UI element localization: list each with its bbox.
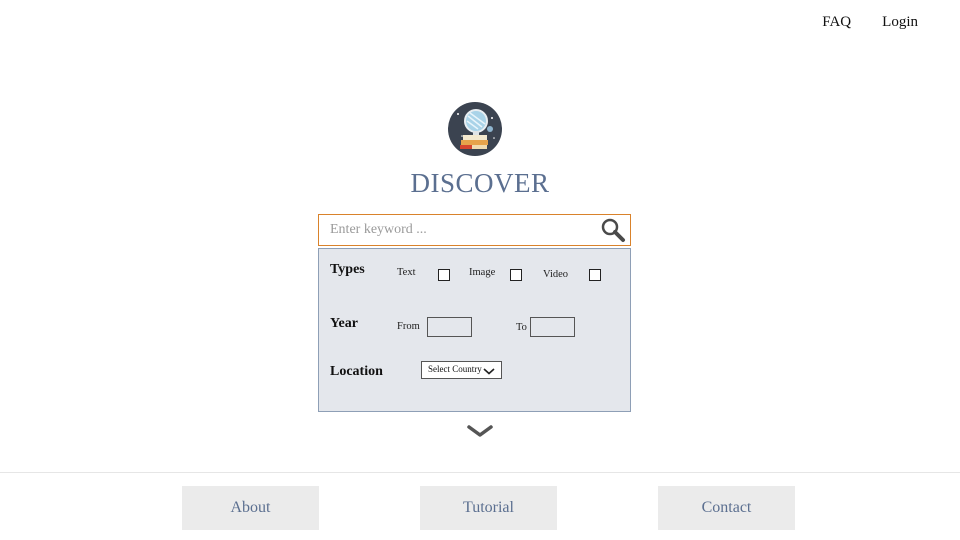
top-nav: FAQ Login bbox=[822, 14, 918, 31]
year-to-input[interactable] bbox=[530, 317, 575, 337]
type-video-checkbox[interactable] bbox=[589, 269, 601, 281]
year-from-input[interactable] bbox=[427, 317, 472, 337]
chevron-down-icon bbox=[467, 425, 493, 437]
page-title: DISCOVER bbox=[410, 168, 550, 198]
magnifier-icon[interactable] bbox=[596, 215, 630, 245]
year-label: Year bbox=[330, 316, 358, 331]
type-text-checkbox[interactable] bbox=[438, 269, 450, 281]
country-select[interactable]: Select Country bbox=[421, 361, 502, 379]
search-bar bbox=[318, 214, 631, 246]
type-video-label: Video bbox=[543, 269, 569, 280]
type-image-label: Image bbox=[469, 267, 496, 278]
type-image-checkbox[interactable] bbox=[510, 269, 522, 281]
login-link[interactable]: Login bbox=[882, 14, 918, 31]
globe-on-books-icon bbox=[448, 102, 502, 156]
expand-filters-button[interactable] bbox=[466, 424, 494, 443]
faq-link[interactable]: FAQ bbox=[822, 14, 851, 31]
country-select-value: Select Country bbox=[428, 364, 482, 374]
year-from-label: From bbox=[397, 321, 420, 332]
search-input[interactable] bbox=[319, 216, 596, 244]
types-label: Types bbox=[330, 262, 365, 277]
about-button[interactable]: About bbox=[182, 486, 319, 530]
filter-panel: Types Text Image Video Year From To Loca… bbox=[318, 248, 631, 412]
year-to-label: To bbox=[516, 322, 527, 333]
chevron-down-icon bbox=[483, 368, 495, 375]
contact-button[interactable]: Contact bbox=[658, 486, 795, 530]
tutorial-button[interactable]: Tutorial bbox=[420, 486, 557, 530]
footer-divider bbox=[0, 472, 960, 473]
location-label: Location bbox=[330, 364, 383, 379]
type-text-label: Text bbox=[397, 267, 416, 278]
